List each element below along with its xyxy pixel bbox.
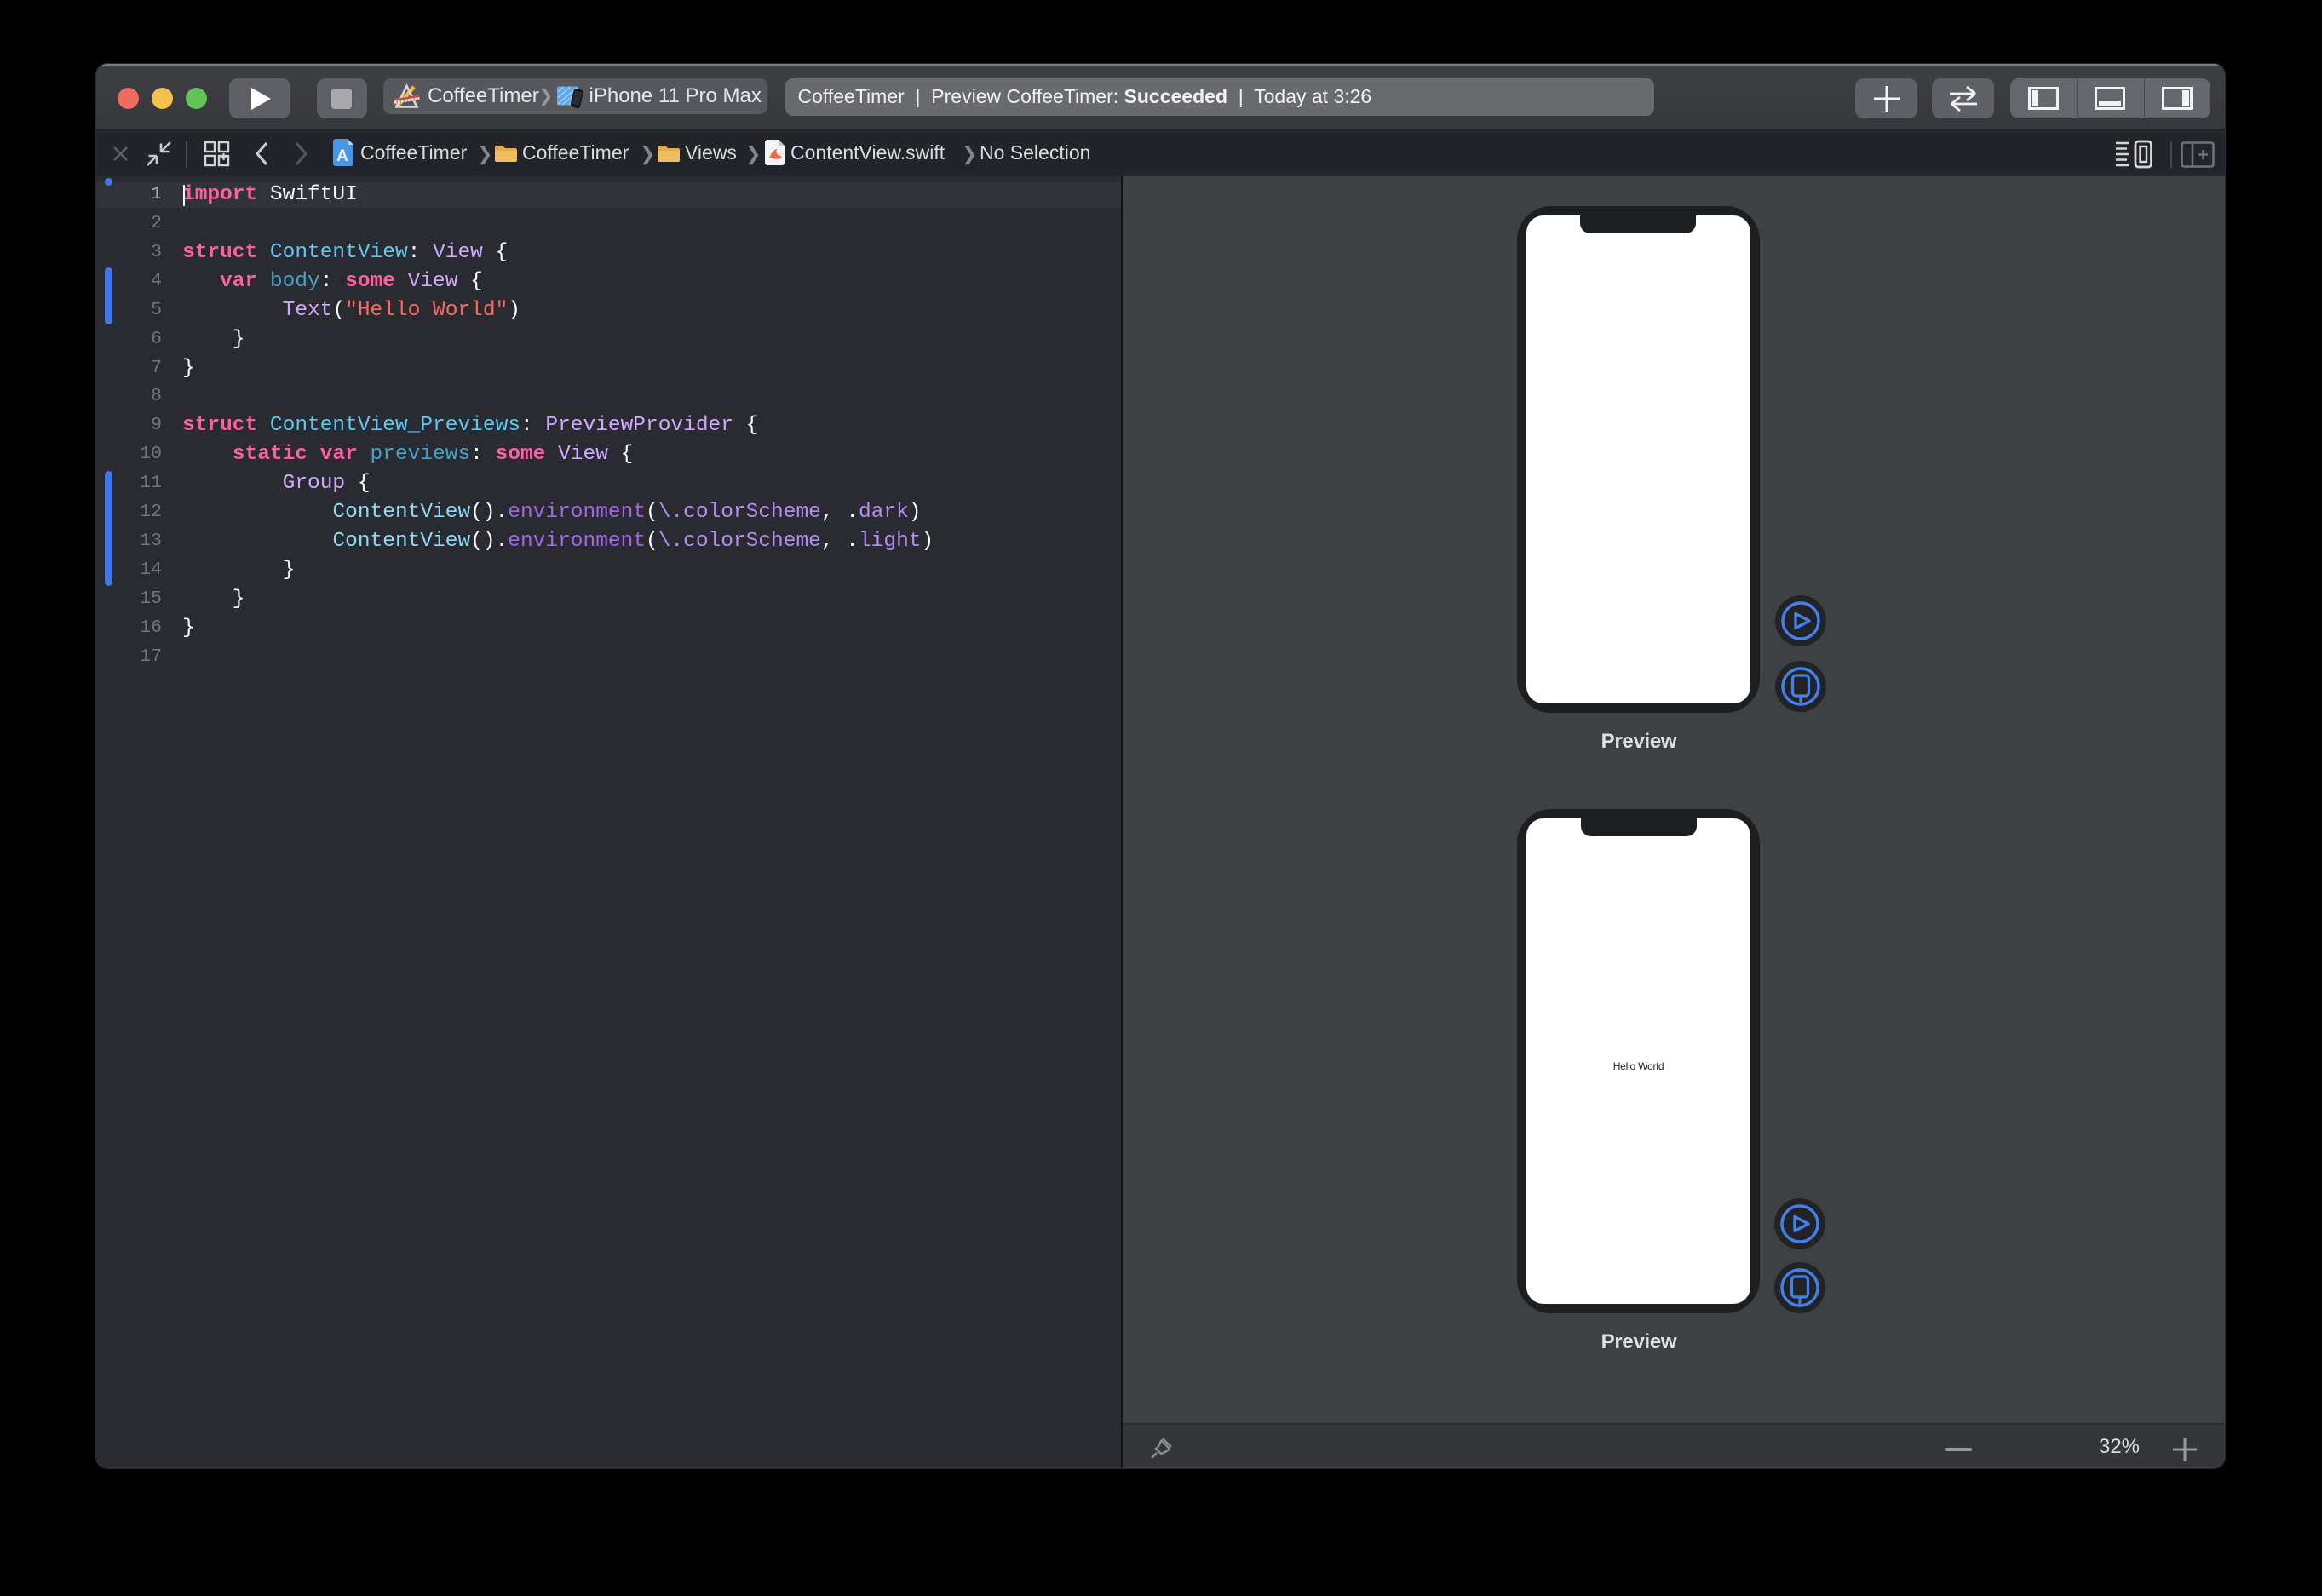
- svg-text:A: A: [336, 147, 348, 165]
